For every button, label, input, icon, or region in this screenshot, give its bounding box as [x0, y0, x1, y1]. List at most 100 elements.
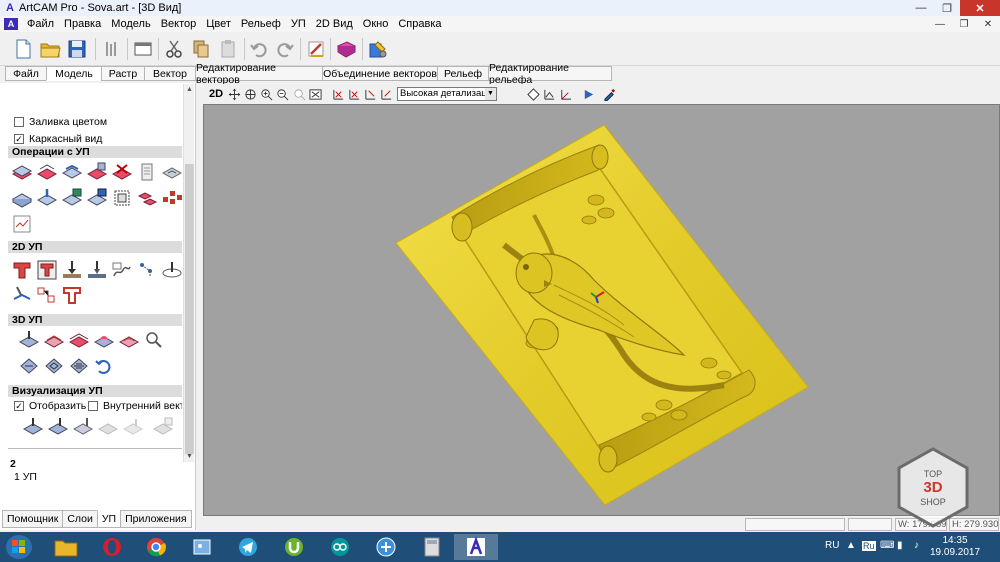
wizard-icon[interactable]: [303, 36, 329, 62]
language-indicator[interactable]: RU: [825, 540, 839, 551]
toolpath-template-icon[interactable]: [136, 161, 158, 183]
menu-toolpath[interactable]: УП: [286, 18, 311, 30]
tab-applications[interactable]: Приложения: [120, 510, 192, 528]
open-folder-icon[interactable]: [37, 36, 63, 62]
import-toolpath-icon[interactable]: [36, 187, 58, 209]
menu-relief[interactable]: Рельеф: [236, 18, 286, 30]
simulate-selected-icon[interactable]: [47, 416, 69, 438]
area-clearance-icon[interactable]: [36, 259, 58, 281]
tab-model[interactable]: Модель: [46, 66, 102, 81]
pan-icon[interactable]: [227, 87, 241, 101]
battery-icon[interactable]: ▮: [897, 540, 903, 551]
machine-3d-relief-icon[interactable]: [18, 329, 40, 351]
tab-file[interactable]: Файл: [5, 66, 47, 81]
play-icon[interactable]: [581, 87, 595, 101]
toolpath-order-icon[interactable]: [86, 161, 108, 183]
new-file-icon[interactable]: [10, 36, 36, 62]
merge-toolpaths-icon[interactable]: [61, 161, 83, 183]
transform-toolpath-icon[interactable]: [111, 187, 133, 209]
menu-model[interactable]: Модель: [106, 18, 155, 30]
delete-toolpath-icon[interactable]: [111, 161, 133, 183]
artcam-taskbar-icon[interactable]: [454, 534, 498, 560]
tab-layers[interactable]: Слои: [62, 510, 98, 528]
start-button[interactable]: [6, 535, 32, 559]
view-front-icon[interactable]: [363, 87, 377, 101]
wireframe-checkbox[interactable]: ✓ Каркасный вид: [14, 133, 102, 145]
simulate-toolpath-icon[interactable]: [22, 416, 44, 438]
show-checkbox[interactable]: ✓ Отобразить: [14, 400, 86, 412]
3d-machining-strategy-icon[interactable]: [18, 355, 40, 377]
window-icon[interactable]: [130, 36, 156, 62]
3d-finishing-icon[interactable]: [68, 329, 90, 351]
keyboard-layout-icon[interactable]: Ru: [862, 541, 876, 551]
fill-color-box[interactable]: [14, 117, 24, 127]
toolpath-settings-icon[interactable]: [11, 213, 33, 235]
vbit-carving-icon[interactable]: [86, 259, 108, 281]
opera-taskbar-icon[interactable]: [90, 534, 134, 560]
menu-vector[interactable]: Вектор: [156, 18, 202, 30]
drilling-icon[interactable]: [61, 259, 83, 281]
tab-assistant[interactable]: Помощник: [2, 510, 64, 528]
3d-rest-machining-icon[interactable]: [93, 329, 115, 351]
maximize-button[interactable]: ❐: [934, 0, 960, 16]
scroll-up-icon[interactable]: ▲: [184, 84, 195, 95]
mdi-close-button[interactable]: ✕: [976, 16, 1000, 32]
pencil-milling-icon[interactable]: [118, 329, 140, 351]
show-hidden-icons-icon[interactable]: ▲: [846, 540, 856, 551]
toolpath-simulation-icon[interactable]: [161, 161, 182, 183]
copy-toolpath-icon[interactable]: [136, 187, 158, 209]
menu-window[interactable]: Окно: [358, 18, 394, 30]
keyboard-icon[interactable]: ⌨: [880, 540, 894, 551]
tab-toolpaths[interactable]: УП: [96, 510, 122, 528]
tab-vector[interactable]: Вектор: [144, 66, 196, 81]
mdi-minimize-button[interactable]: —: [928, 16, 952, 32]
save-toolpath-icon[interactable]: [61, 187, 83, 209]
export-toolpath-icon[interactable]: [86, 187, 108, 209]
clock[interactable]: 14:35 19.09.2017: [930, 535, 980, 559]
tab-vector-merge[interactable]: Объединение векторов: [322, 66, 438, 81]
paste-icon[interactable]: [215, 36, 241, 62]
telegram-taskbar-icon[interactable]: [226, 534, 270, 560]
3d-viewport[interactable]: [203, 104, 1000, 516]
scrollbar-thumb[interactable]: [185, 164, 194, 454]
block-copy-icon[interactable]: [161, 187, 182, 209]
tools-icon[interactable]: [365, 36, 391, 62]
vertical-scrollbar[interactable]: ▲ ▼: [183, 84, 194, 462]
cut-out-preview-icon[interactable]: [143, 329, 165, 351]
detail-level-select[interactable]: Высокая детализация ▼: [397, 87, 497, 101]
fill-color-checkbox[interactable]: Заливка цветом: [14, 116, 107, 128]
color-picker-icon[interactable]: [602, 87, 616, 101]
axis-icon[interactable]: [558, 87, 572, 101]
smart-engraving-icon[interactable]: [161, 259, 182, 281]
chevron-down-icon[interactable]: ▼: [485, 88, 496, 100]
menu-color[interactable]: Цвет: [201, 18, 236, 30]
wireframe-box[interactable]: ✓: [14, 134, 24, 144]
utorrent-taskbar-icon[interactable]: [272, 534, 316, 560]
wireframe-icon[interactable]: [542, 87, 556, 101]
book-icon[interactable]: [333, 36, 359, 62]
zoom-out-icon[interactable]: [275, 87, 289, 101]
menu-file[interactable]: Файл: [22, 18, 59, 30]
scroll-down-icon[interactable]: ▼: [184, 451, 195, 462]
view-top-icon[interactable]: [347, 87, 361, 101]
z-level-roughing-icon[interactable]: [43, 329, 65, 351]
menu-2d-view[interactable]: 2D Вид: [311, 18, 358, 30]
view-left-icon[interactable]: [379, 87, 393, 101]
move-view-icon[interactable]: [243, 87, 257, 101]
2d-view-button[interactable]: 2D: [208, 87, 224, 101]
tab-raster[interactable]: Растр: [101, 66, 145, 81]
simulation-block-icon[interactable]: [72, 416, 94, 438]
tab-vector-editing[interactable]: Редактирование векторов: [195, 62, 323, 86]
rotary-machining-icon[interactable]: [93, 355, 115, 377]
tab-relief-editing[interactable]: Редактирование рельефа: [488, 62, 612, 86]
calculator-taskbar-icon[interactable]: [410, 534, 454, 560]
recalculate-toolpath-icon[interactable]: [36, 161, 58, 183]
machine-relief-icon[interactable]: [11, 284, 33, 306]
image-viewer-taskbar-icon[interactable]: [180, 534, 224, 560]
inner-vector-checkbox[interactable]: Внутренний векто: [88, 400, 182, 412]
menu-edit[interactable]: Правка: [59, 18, 106, 30]
material-setup-icon[interactable]: [11, 187, 33, 209]
arduino-taskbar-icon[interactable]: [318, 534, 362, 560]
zoom-in-icon[interactable]: [259, 87, 273, 101]
view-iso-icon[interactable]: [331, 87, 345, 101]
